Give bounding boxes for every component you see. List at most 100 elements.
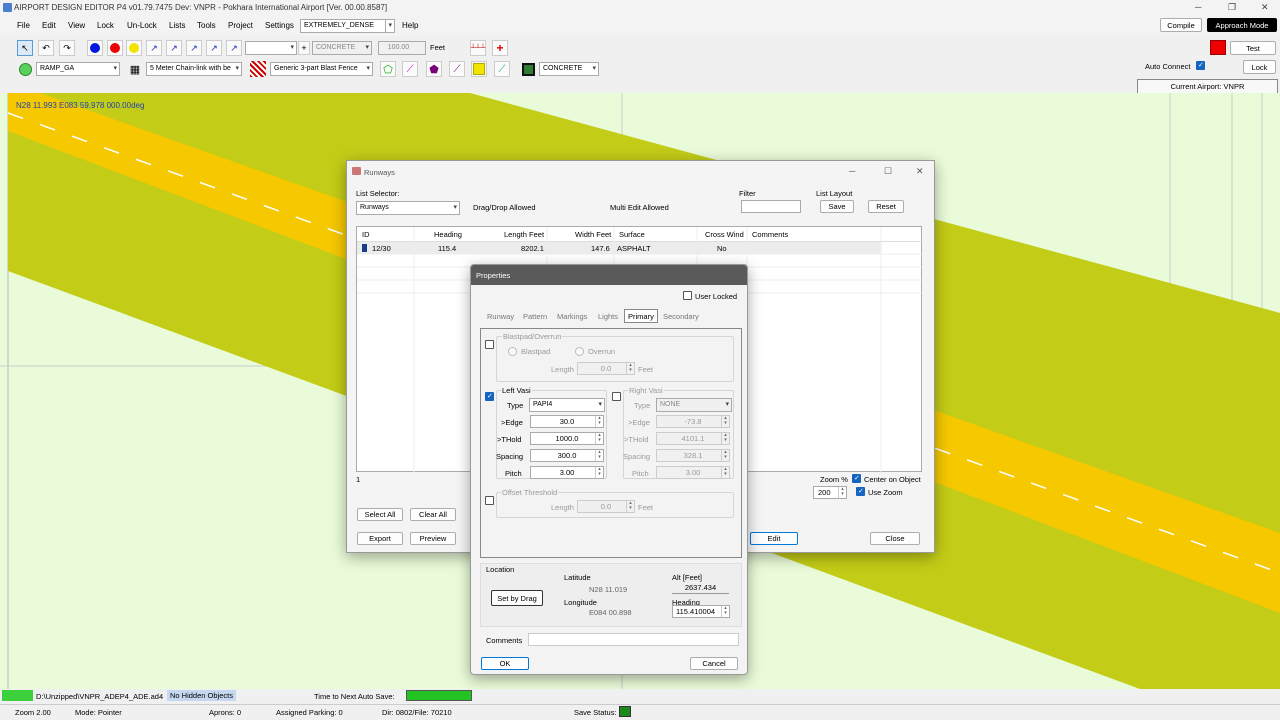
heading-spinner[interactable]: 115.410004 ▴ ▾ [672, 605, 730, 618]
altitude-input[interactable]: 2637.434 [672, 582, 729, 594]
ok-button[interactable]: OK [481, 657, 529, 670]
link-type-select[interactable]: ▾ [245, 41, 297, 55]
menu-project[interactable]: Project [228, 21, 253, 30]
add-icon[interactable]: + [298, 41, 310, 55]
menu-lock[interactable]: Lock [97, 21, 114, 30]
blast-length-value: 0.0 [600, 364, 612, 373]
blue-point-icon[interactable] [87, 40, 103, 56]
pentagon-icon[interactable]: ⬟ [426, 61, 442, 77]
set-by-drag-button[interactable]: Set by Drag [491, 590, 543, 606]
list-selector-select[interactable]: Runways ▾ [356, 201, 460, 215]
runways-maximize-icon[interactable]: ☐ [884, 166, 892, 177]
table-row[interactable]: 12/30 115.4 8202.1 147.6 ASPHALT No [357, 242, 881, 254]
export-button[interactable]: Export [357, 532, 403, 545]
overrun-radio[interactable] [575, 347, 584, 356]
menu-help[interactable]: Help [402, 21, 418, 30]
link-a-icon[interactable]: ↗ [166, 40, 182, 56]
yellow-square-icon[interactable] [471, 61, 487, 77]
lv-edge-spinner[interactable]: 30.0 ▴ ▾ [530, 415, 604, 428]
crosshair-icon[interactable]: + [492, 40, 508, 56]
lv-spacing-spinner[interactable]: 300.0 ▴ ▾ [530, 449, 604, 462]
surface2-select[interactable]: CONCRETE ▾ [539, 62, 599, 76]
zoom-spinner[interactable]: 200 ▴ ▾ [813, 486, 847, 499]
runways-minimize-icon[interactable]: ─ [849, 166, 855, 176]
minimize-icon[interactable]: ─ [1195, 2, 1201, 12]
menu-file[interactable]: File [17, 21, 30, 30]
size-value: 100.00 [387, 44, 410, 51]
tab-markings[interactable]: Markings [557, 312, 587, 321]
blast-fence-icon[interactable] [250, 61, 266, 77]
user-locked-checkbox[interactable] [683, 291, 692, 300]
lv-pitch-spinner[interactable]: 3.00 ▴ ▾ [530, 466, 604, 479]
fence-grid-icon[interactable]: ▦ [127, 61, 143, 77]
menu-edit[interactable]: Edit [42, 21, 56, 30]
rv-pitch-label: Pitch [632, 469, 649, 478]
test-button[interactable]: Test [1230, 41, 1276, 55]
menu-lists[interactable]: Lists [169, 21, 185, 30]
link-tool-icon[interactable]: ↗ [146, 40, 162, 56]
ruler-icon[interactable]: ┴┴┴ [470, 40, 486, 56]
blastpad-radio[interactable] [508, 347, 517, 356]
menu-settings[interactable]: Settings [265, 21, 294, 30]
offset-threshold-checkbox[interactable] [485, 496, 494, 505]
runways-close-icon[interactable]: ✕ [916, 166, 924, 177]
fence-select[interactable]: 5 Meter Chain-link with be ▾ [146, 62, 242, 76]
polygon-icon[interactable]: ⬠ [380, 61, 396, 77]
undo-icon[interactable]: ↶ [38, 40, 54, 56]
tab-runway[interactable]: Runway [487, 312, 514, 321]
cancel-button[interactable]: Cancel [690, 657, 738, 670]
tab-pattern[interactable]: Pattern [523, 312, 547, 321]
tab-primary[interactable]: Primary [624, 309, 658, 323]
approach-mode-button[interactable]: Approach Mode [1207, 18, 1277, 32]
lv-thold-spinner[interactable]: 1000.0 ▴ ▾ [530, 432, 604, 445]
layout-save-button[interactable]: Save [820, 200, 854, 213]
autosave-progress [406, 690, 472, 701]
density-select[interactable]: EXTREMELY_DENSE [300, 19, 386, 33]
blast-fence-select[interactable]: Generic 3-part Blast Fence ▾ [270, 62, 373, 76]
tab-secondary[interactable]: Secondary [663, 312, 699, 321]
tab-lights[interactable]: Lights [598, 312, 618, 321]
lv-type-select[interactable]: PAPI4 ▾ [529, 398, 605, 412]
center-on-object-label: Center on Object [864, 475, 921, 484]
menu-view[interactable]: View [68, 21, 85, 30]
comments-input[interactable] [528, 633, 739, 646]
compile-button[interactable]: Compile [1160, 18, 1202, 32]
left-vasi-checkbox[interactable] [485, 392, 494, 401]
link-c-icon[interactable]: ↗ [206, 40, 222, 56]
clock-icon[interactable] [17, 61, 33, 77]
apron-icon[interactable] [520, 61, 536, 77]
right-vasi-checkbox[interactable] [612, 392, 621, 401]
blastpad-checkbox[interactable] [485, 340, 494, 349]
menu-tools[interactable]: Tools [197, 21, 216, 30]
hidden-objects-status[interactable]: No Hidden Objects [167, 690, 236, 701]
link-v-icon[interactable]: ↗ [226, 40, 242, 56]
close-icon[interactable]: ✕ [1261, 2, 1269, 13]
line-tool-icon[interactable]: ⟋ [449, 61, 465, 77]
pointer-tool-icon[interactable]: ↖ [17, 40, 33, 56]
ramp-select[interactable]: RAMP_GA ▾ [36, 62, 120, 76]
redo-icon[interactable]: ↷ [59, 40, 75, 56]
latitude-value: N28 11.019 [589, 585, 628, 594]
diagonal-tool-icon[interactable]: ⟋ [494, 61, 510, 77]
use-zoom-checkbox[interactable] [856, 487, 865, 496]
maximize-icon[interactable]: ❐ [1228, 2, 1236, 13]
menu-unlock[interactable]: Un-Lock [127, 21, 157, 30]
color-swatch[interactable] [1210, 40, 1226, 55]
auto-connect-checkbox[interactable] [1196, 61, 1205, 70]
density-dropdown-icon[interactable]: ▾ [385, 19, 395, 33]
lock-button[interactable]: Lock [1243, 60, 1276, 74]
preview-button[interactable]: Preview [410, 532, 456, 545]
yellow-point-icon[interactable] [126, 40, 142, 56]
close-button[interactable]: Close [870, 532, 920, 545]
select-all-button[interactable]: Select All [357, 508, 403, 521]
density-value: EXTREMELY_DENSE [304, 22, 374, 29]
link-r-icon[interactable]: ↗ [186, 40, 202, 56]
red-point-icon[interactable] [107, 40, 123, 56]
filter-input[interactable] [741, 200, 801, 213]
layout-reset-button[interactable]: Reset [868, 200, 904, 213]
clear-all-button[interactable]: Clear All [410, 508, 456, 521]
center-on-object-checkbox[interactable] [852, 474, 861, 483]
list-selector-value: Runways [360, 204, 389, 211]
edit-button[interactable]: Edit [750, 532, 798, 545]
magic-wand-icon[interactable]: ⟋ [402, 61, 418, 77]
